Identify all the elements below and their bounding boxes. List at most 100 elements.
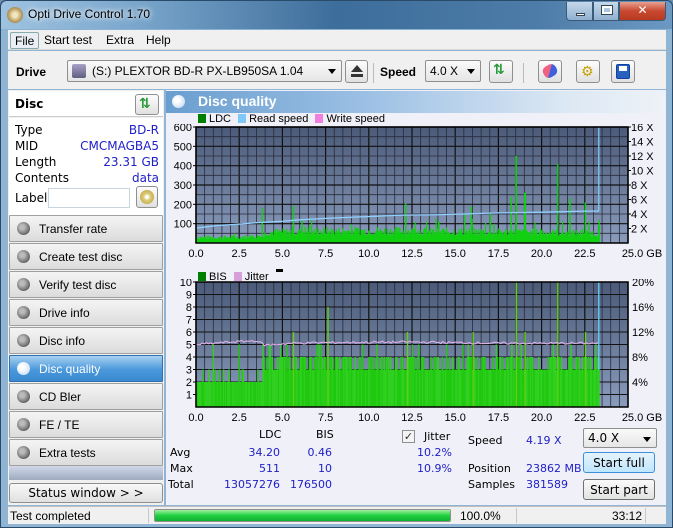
nav-label: Disc quality — [39, 362, 101, 376]
nav-disc-quality[interactable]: Disc quality — [9, 355, 163, 382]
progress-fill — [155, 510, 450, 521]
x-tick-label: 7.5 — [318, 248, 333, 260]
nav-label: FE / TE — [39, 418, 80, 432]
menu-start-test[interactable]: Start test — [40, 32, 96, 49]
nav-label: Drive info — [39, 306, 90, 320]
menu-extra[interactable]: Extra — [102, 32, 138, 49]
test-speed-select[interactable]: 4.0 X — [583, 428, 657, 448]
nav-label: CD Bler — [39, 390, 82, 404]
start-full-button[interactable]: Start full — [583, 452, 655, 473]
status-divider — [645, 508, 646, 523]
settings-button[interactable]: ⚙ — [576, 60, 600, 83]
field-label: Contents — [15, 171, 69, 185]
y-tick-label: 400 — [174, 161, 192, 173]
save-button[interactable] — [611, 60, 635, 83]
chevron-down-icon — [467, 69, 475, 74]
refresh-icon: ⇅ — [493, 62, 505, 78]
samples-label: Samples — [468, 478, 515, 491]
nav-transfer-rate[interactable]: Transfer rate — [9, 215, 163, 242]
nav-fe-te[interactable]: FE / TE — [9, 411, 163, 438]
x-tick-label: 22.5 — [574, 412, 595, 424]
app-disc-icon — [7, 7, 23, 23]
toolbar-separator — [373, 63, 374, 83]
cd-icon — [140, 190, 154, 204]
y-tick-label: 10 — [180, 279, 192, 289]
nav-label: Create test disc — [39, 250, 123, 264]
ldc-spike — [510, 196, 512, 243]
ldc-spike — [515, 156, 517, 243]
disc-mid-value: CMCMAGBA5 — [80, 139, 159, 153]
chevron-down-icon — [328, 69, 336, 74]
nav-label: Extra tests — [39, 446, 96, 460]
x-tick-label: 25.0 GB — [622, 248, 662, 260]
disc-contents-value: data — [131, 171, 159, 185]
x-tick-label: 12.5 — [401, 412, 422, 424]
nav-cd-bler[interactable]: CD Bler — [9, 383, 163, 410]
app-window: Opti Drive Control 1.70 ✕ File Start tes… — [0, 0, 673, 528]
minimize-button[interactable] — [566, 2, 593, 21]
nav-extra-tests[interactable]: Extra tests — [9, 439, 163, 466]
bis-spike — [557, 282, 559, 407]
y2-tick-label: 14 X — [631, 137, 654, 149]
y2-tick-label: 16% — [632, 302, 654, 314]
ldc-spike — [463, 214, 466, 243]
eject-button[interactable] — [345, 60, 368, 83]
max-ldc: 511 — [259, 462, 280, 475]
drive-select[interactable]: (S:) PLEXTOR BD-R PX-LB950SA 1.04 — [67, 60, 342, 82]
bis-chart: 12345678910 4% 8% 12% 16% 20% 0.0 2.5 5.0 7.5 10.0… — [180, 279, 662, 424]
bis-spike — [515, 282, 518, 407]
disc-gear-icon — [17, 390, 30, 403]
x-tick-label: 17.5 — [488, 248, 509, 260]
status-divider — [516, 508, 517, 523]
start-part-button[interactable]: Start part — [583, 479, 655, 500]
row-label: Total — [168, 478, 194, 491]
x-tick-label: 10.0 — [358, 412, 379, 424]
y2-tick-label: 8% — [632, 352, 648, 364]
disc-label-input[interactable] — [48, 188, 130, 208]
disc-length-row: Length 23.31 GB — [15, 155, 159, 171]
x-tick-label: 5.0 — [275, 248, 290, 260]
y2-tick-label: 4% — [632, 377, 648, 389]
max-bis: 10 — [318, 462, 332, 475]
erase-button[interactable] — [538, 60, 562, 83]
refresh-speed-button[interactable]: ⇅ — [489, 60, 513, 83]
speed-label: Speed — [468, 434, 503, 447]
y-tick-label: 5 — [186, 340, 192, 352]
nav-label: Transfer rate — [39, 222, 108, 236]
status-bar: Test completed 100.0% 33:12 — [8, 506, 666, 524]
nav-disc-info[interactable]: Disc info — [9, 327, 163, 354]
ldc-spike — [470, 206, 473, 243]
avg-jitter: 10.2% — [417, 446, 452, 459]
disc-quality-panel: Disc quality LDC Read speed Write speed … — [166, 90, 666, 505]
bis-spike — [292, 332, 295, 407]
y-tick-label: 600 — [174, 124, 192, 134]
read-speed-swatch — [238, 114, 247, 123]
ldc-chart: 100 200 300 400 500 600 2 X 4 X 6 X 8 X 10 X 12 X 14… — [174, 124, 663, 260]
ldc-spike — [261, 208, 263, 243]
nav-create-test-disc[interactable]: Create test disc — [9, 243, 163, 270]
x-tick-label: 15.0 — [444, 412, 465, 424]
speed-select[interactable]: 4.0 X — [425, 60, 481, 82]
y2-tick-label: 10 X — [631, 166, 654, 178]
menu-file[interactable]: File — [10, 32, 40, 49]
close-button[interactable]: ✕ — [619, 2, 666, 21]
y2-tick-label: 8 X — [631, 180, 648, 192]
jitter-checkbox[interactable]: ✓ — [402, 430, 415, 443]
status-divider — [148, 508, 149, 523]
disc-refresh-button[interactable]: ⇅ — [135, 94, 159, 115]
position-value: 23862 MB — [526, 462, 582, 475]
menu-help[interactable]: Help — [142, 32, 175, 49]
write-speed-swatch — [315, 114, 324, 123]
status-window-button[interactable]: Status window > > — [9, 483, 163, 503]
nav-drive-info[interactable]: Drive info — [9, 299, 163, 326]
title-bar[interactable]: Opti Drive Control 1.70 ✕ — [1, 1, 672, 29]
drive-label: Drive — [16, 65, 47, 79]
disc-label-button[interactable] — [136, 186, 158, 208]
y-tick-label: 2 — [186, 377, 192, 389]
field-label: Type — [15, 123, 43, 137]
maximize-button[interactable] — [593, 2, 619, 21]
disc-mid-row: MID CMCMAGBA5 — [15, 139, 159, 155]
erase-icon — [540, 62, 560, 80]
y-tick-label: 200 — [174, 199, 192, 211]
nav-verify-test-disc[interactable]: Verify test disc — [9, 271, 163, 298]
